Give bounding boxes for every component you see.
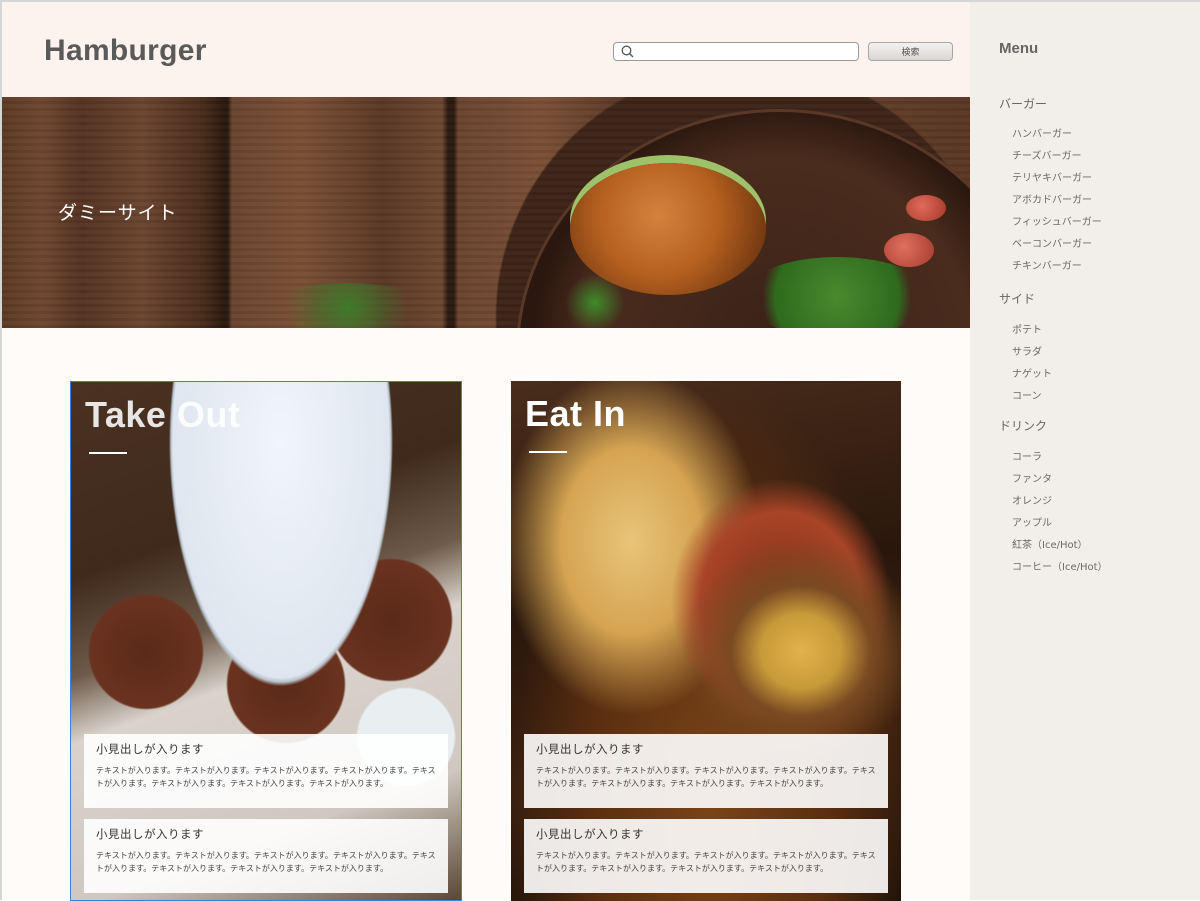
hero-herb-image: [258, 283, 438, 328]
sidebar-item[interactable]: アップル: [1012, 514, 1052, 529]
info-box-heading: 小見出しが入ります: [536, 742, 644, 756]
hero-banner: ダミーサイト: [2, 97, 970, 328]
sidebar-item[interactable]: オレンジ: [1012, 492, 1052, 507]
sidebar-item[interactable]: ハンバーガー: [1012, 125, 1072, 140]
site-header: Hamburger 検索: [2, 2, 970, 97]
info-box[interactable]: 小見出しが入ります テキストが入ります。テキストが入ります。テキストが入ります。…: [524, 819, 888, 893]
info-box-heading: 小見出しが入ります: [96, 742, 204, 756]
sidebar-item[interactable]: ファンタ: [1012, 470, 1052, 485]
sidebar-item[interactable]: テリヤキバーガー: [1012, 169, 1092, 184]
takeout-card[interactable]: Take Out 小見出しが入ります テキストが入ります。テキストが入ります。テ…: [70, 381, 462, 901]
sidebar-item[interactable]: コーン: [1012, 387, 1042, 402]
eatin-card[interactable]: Eat In 小見出しが入ります テキストが入ります。テキストが入ります。テキス…: [511, 381, 901, 901]
info-box-text: テキストが入ります。テキストが入ります。テキストが入ります。テキストが入ります。…: [536, 851, 876, 873]
sidebar-item[interactable]: チキンバーガー: [1012, 257, 1082, 272]
search-icon: [621, 45, 634, 58]
sidebar-item[interactable]: ポテト: [1012, 321, 1042, 336]
sidebar-category-side[interactable]: サイド: [999, 290, 1035, 307]
sidebar-category-drink[interactable]: ドリンク: [999, 417, 1047, 434]
info-box-heading: 小見出しが入ります: [96, 827, 204, 841]
sidebar-category-burger[interactable]: バーガー: [999, 95, 1047, 112]
sidebar-item[interactable]: フィッシュバーガー: [1012, 213, 1102, 228]
info-box-heading: 小見出しが入ります: [536, 827, 644, 841]
info-box-text: テキストが入ります。テキストが入ります。テキストが入ります。テキストが入ります。…: [96, 851, 436, 873]
hero-salad-image: [742, 257, 932, 328]
hero-tomato-image: [884, 233, 934, 267]
main-content: Take Out 小見出しが入ります テキストが入ります。テキストが入ります。テ…: [2, 328, 970, 901]
info-box-text: テキストが入ります。テキストが入ります。テキストが入ります。テキストが入ります。…: [536, 766, 876, 788]
info-box[interactable]: 小見出しが入ります テキストが入ります。テキストが入ります。テキストが入ります。…: [84, 734, 448, 808]
title-underline: [89, 452, 127, 454]
sidebar-item[interactable]: チーズバーガー: [1012, 147, 1082, 162]
search-box[interactable]: [613, 42, 859, 61]
site-logo[interactable]: Hamburger: [44, 34, 207, 68]
sidebar-item[interactable]: サラダ: [1012, 343, 1042, 358]
hero-title: ダミーサイト: [58, 202, 178, 224]
sidebar-item[interactable]: 紅茶（Ice/Hot）: [1012, 536, 1088, 551]
sidebar-item[interactable]: ベーコンバーガー: [1012, 235, 1092, 250]
sidebar-item[interactable]: ナゲット: [1012, 365, 1052, 380]
card-title: Eat In: [525, 393, 627, 434]
info-box[interactable]: 小見出しが入ります テキストが入ります。テキストが入ります。テキストが入ります。…: [524, 734, 888, 808]
sidebar-item[interactable]: コーヒー（Ice/Hot）: [1012, 558, 1108, 573]
search-button[interactable]: 検索: [868, 42, 953, 61]
hero-herb-image: [560, 275, 630, 328]
search-input[interactable]: [640, 44, 854, 59]
sidebar-menu: Menu バーガー ハンバーガー チーズバーガー テリヤキバーガー アボカドバー…: [970, 2, 1200, 900]
sidebar-title: Menu: [999, 40, 1039, 57]
sidebar-item[interactable]: コーラ: [1012, 448, 1042, 463]
info-box-text: テキストが入ります。テキストが入ります。テキストが入ります。テキストが入ります。…: [96, 766, 436, 788]
card-title: Take Out: [85, 394, 241, 435]
hero-tomato-image: [906, 195, 946, 221]
title-underline: [529, 451, 567, 453]
sidebar-item[interactable]: アボカドバーガー: [1012, 191, 1092, 206]
info-box[interactable]: 小見出しが入ります テキストが入ります。テキストが入ります。テキストが入ります。…: [84, 819, 448, 893]
